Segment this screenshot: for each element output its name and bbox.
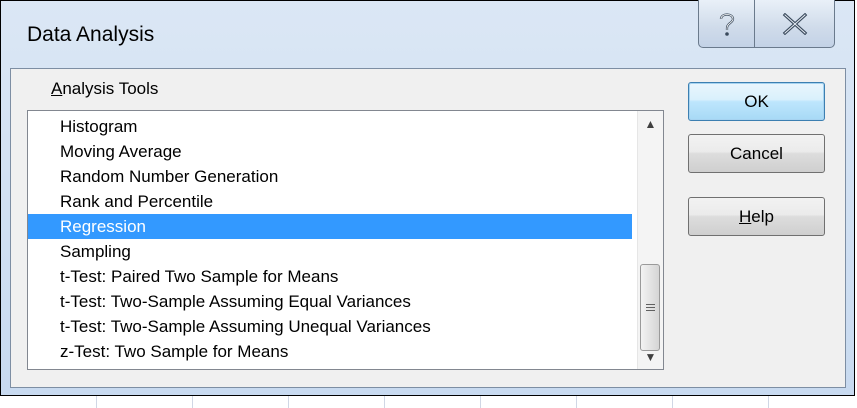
title-help-button[interactable] [698,0,755,48]
cancel-button[interactable]: Cancel [688,134,825,173]
list-item-histogram[interactable]: Histogram [28,114,632,139]
list-item-t-test-paired[interactable]: t-Test: Paired Two Sample for Means [28,264,632,289]
help-button[interactable]: Help [688,197,825,236]
scroll-thumb[interactable] [640,264,660,351]
question-mark-icon [719,12,734,36]
grid-line [768,396,769,408]
help-button-rest: elp [751,206,774,226]
help-button-accel: H [739,206,752,226]
dialog-title: Data Analysis [27,23,155,46]
analysis-tools-list: Histogram Moving Average Random Number G… [28,114,632,364]
grid-line [576,396,577,408]
scroll-grip-icon [645,304,655,311]
list-item-random-number-generation[interactable]: Random Number Generation [28,164,632,189]
list-item-rank-and-percentile[interactable]: Rank and Percentile [28,189,632,214]
data-analysis-dialog: Data Analysis Analysis Tools Histogram M… [0,0,855,396]
spreadsheet-grid-strip [0,396,857,408]
dialog-body: Analysis Tools Histogram Moving Average … [10,68,846,388]
grid-line [192,396,193,408]
vertical-scrollbar[interactable]: ▲ ▼ [637,111,663,369]
close-x-icon [782,12,807,35]
scroll-up-arrow-icon[interactable]: ▲ [638,111,663,136]
list-item-regression[interactable]: Regression [28,214,632,239]
analysis-tools-label: Analysis Tools [51,79,158,99]
analysis-tools-label-rest: nalysis Tools [62,79,159,98]
analysis-tools-label-accel: A [51,79,63,98]
grid-line [480,396,481,408]
grid-line [384,396,385,408]
ok-button[interactable]: OK [688,82,825,121]
list-item-t-test-equal-variances[interactable]: t-Test: Two-Sample Assuming Equal Varian… [28,289,632,314]
list-item-moving-average[interactable]: Moving Average [28,139,632,164]
list-item-t-test-unequal-variances[interactable]: t-Test: Two-Sample Assuming Unequal Vari… [28,314,632,339]
title-bar[interactable]: Data Analysis [1,0,854,69]
screen: Data Analysis Analysis Tools Histogram M… [0,0,857,408]
scroll-down-arrow-icon[interactable]: ▼ [638,344,663,369]
grid-line [672,396,673,408]
list-item-sampling[interactable]: Sampling [28,239,632,264]
title-close-button[interactable] [755,0,835,48]
grid-line [288,396,289,408]
list-item-z-test[interactable]: z-Test: Two Sample for Means [28,339,632,364]
analysis-tools-listbox[interactable]: Histogram Moving Average Random Number G… [27,110,664,370]
grid-line [96,396,97,408]
